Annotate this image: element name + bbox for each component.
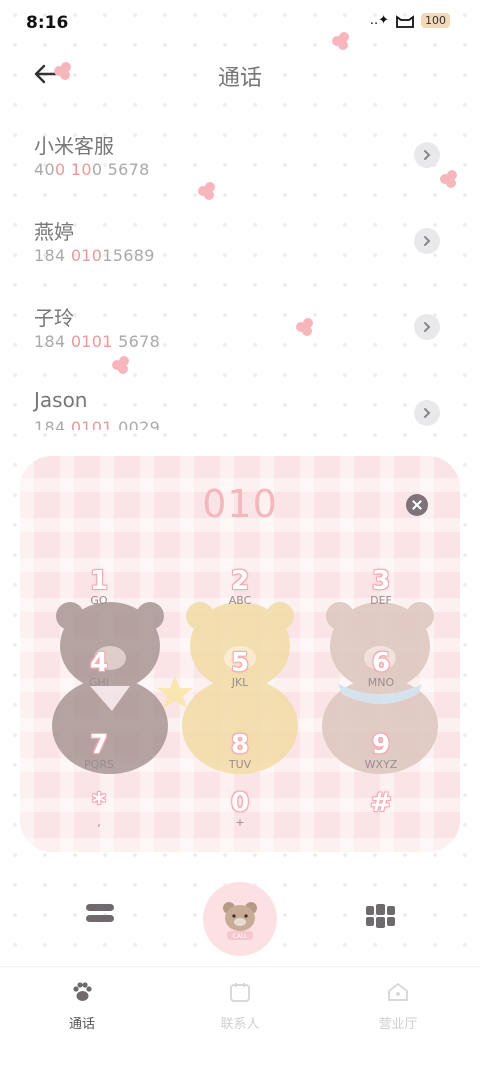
- nav-service-hall[interactable]: 营业厅: [348, 981, 448, 1032]
- nav-calls[interactable]: 通话: [32, 981, 132, 1032]
- key-2[interactable]: 2 ABC: [185, 566, 295, 636]
- contact-item[interactable]: 小米客服 400 100 5678: [0, 118, 480, 204]
- contact-number: 184 01015689: [34, 246, 155, 265]
- page-title: 通话: [217, 66, 262, 91]
- svg-text:CALL: CALL: [233, 933, 249, 940]
- keypad-toggle-button[interactable]: [366, 904, 396, 928]
- chevron-right-icon: [424, 322, 431, 332]
- key-5[interactable]: 5 JKL: [185, 648, 295, 718]
- contact-item[interactable]: 燕婷 184 01015689: [0, 204, 480, 290]
- call-button[interactable]: CALL: [203, 882, 277, 956]
- detail-button[interactable]: [414, 314, 440, 340]
- chevron-right-icon: [424, 236, 431, 246]
- bear-call-icon: CALL: [223, 902, 257, 940]
- key-0[interactable]: 0 +: [185, 788, 295, 852]
- battery-indicator: 100: [421, 13, 450, 28]
- call-controls: CALL: [0, 880, 480, 960]
- contact-name: 子玲: [34, 306, 74, 330]
- signal-icon: ..✦: [369, 13, 389, 28]
- contact-name: Jason: [34, 388, 88, 412]
- contact-item[interactable]: Jason 184 0101 0029: [0, 376, 480, 430]
- chevron-right-icon: [424, 408, 431, 418]
- key-hash[interactable]: #: [326, 788, 436, 852]
- nav-label: 联系人: [220, 1017, 260, 1032]
- delete-button[interactable]: [406, 494, 428, 516]
- dial-pad: 010 1 GO 2 ABC 3 DEF 4 GHI 5 JKL 6 MNO 7…: [20, 456, 460, 852]
- contact-number: 184 0101 5678: [34, 332, 161, 351]
- house-icon: [388, 983, 408, 1001]
- menu-button[interactable]: [86, 904, 114, 926]
- chevron-right-icon: [424, 150, 431, 160]
- keypad-grid-icon: [366, 904, 395, 928]
- paw-icon: [73, 982, 92, 1001]
- header: 通话: [0, 50, 480, 100]
- status-icons: ..✦ 100: [370, 13, 450, 28]
- contact-number: 184 0101 0029: [34, 418, 161, 430]
- nav-label: 营业厅: [378, 1017, 418, 1032]
- menu-icon: [86, 904, 114, 911]
- keypad: 1 GO 2 ABC 3 DEF 4 GHI 5 JKL 6 MNO 7 PQRS 8 TUV …: [20, 566, 460, 852]
- detail-button[interactable]: [414, 142, 440, 168]
- key-6[interactable]: 6 MNO: [326, 648, 436, 718]
- nav-label: 通话: [68, 1017, 95, 1032]
- contact-number: 400 100 5678: [34, 160, 150, 179]
- nav-contacts[interactable]: 联系人: [190, 981, 290, 1032]
- detail-button[interactable]: [414, 228, 440, 254]
- key-3[interactable]: 3 DEF: [326, 566, 436, 636]
- calendar-icon: [230, 983, 250, 1002]
- dialed-number: 010: [202, 482, 278, 526]
- status-bar: 8:16 ..✦ 100: [0, 0, 480, 46]
- status-time: 8:16: [26, 13, 69, 33]
- key-1[interactable]: 1 GO: [44, 566, 154, 636]
- key-star[interactable]: *,: [44, 788, 154, 852]
- contact-list: 小米客服 400 100 5678 燕婷 184 01015689 子玲 184…: [0, 118, 480, 430]
- contact-item[interactable]: 子玲 184 0101 5678: [0, 290, 480, 376]
- cat-icon: [396, 14, 414, 28]
- detail-button[interactable]: [414, 400, 440, 426]
- contact-name: 小米客服: [34, 134, 114, 158]
- contact-name: 燕婷: [34, 220, 74, 244]
- bottom-nav: 通话 联系人 营业厅: [0, 966, 480, 1067]
- key-4[interactable]: 4 GHI: [44, 648, 154, 718]
